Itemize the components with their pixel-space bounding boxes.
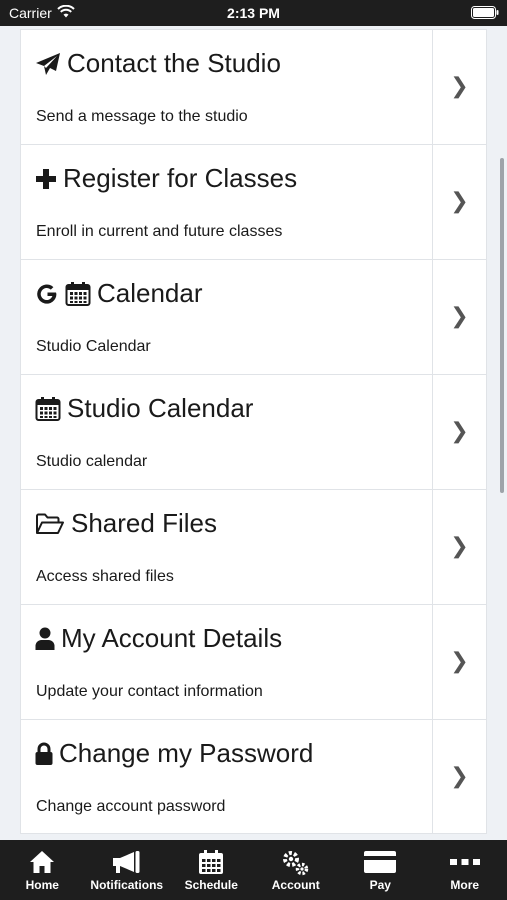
tab-label: Account [271,878,320,892]
lock-icon [35,742,53,766]
menu-item-account-details[interactable]: My Account Details Update your contact i… [20,604,487,719]
tab-label: Home [25,878,59,892]
menu-item-title: Register for Classes [35,163,297,194]
menu-item-subtitle: Enroll in current and future classes [36,223,283,240]
calendar-icon [35,396,61,422]
tab-label: More [450,878,480,892]
chevron-right-icon: ❯ [450,74,469,99]
menu-item-subtitle: Change account password [36,798,226,815]
status-time: 2:13 PM [227,5,280,21]
battery-icon [471,6,499,22]
chevron-right-icon: ❯ [450,304,469,329]
gears-icon [254,850,339,876]
menu-list: Contact the Studio Send a message to the… [20,29,487,834]
plus-icon [35,168,57,190]
credit-card-icon [338,850,423,874]
tab-label: Schedule [184,878,238,892]
status-bar: Carrier 2:13 PM [0,0,507,26]
menu-item-register-classes[interactable]: Register for Classes Enroll in current a… [20,144,487,259]
user-icon [35,627,55,651]
paper-plane-icon [35,52,61,76]
chevron-cell[interactable]: ❯ [432,605,486,719]
tab-pay[interactable]: Pay [338,840,423,900]
menu-item-change-password[interactable]: Change my Password Change account passwo… [20,719,487,834]
chevron-cell[interactable]: ❯ [432,30,486,144]
menu-item-title: My Account Details [35,623,282,654]
chevron-right-icon: ❯ [450,534,469,559]
more-dots-icon [423,850,507,874]
menu-item-title: Studio Calendar [35,393,253,424]
tab-bar: Home Notifications Schedule Account Pay … [0,840,507,900]
google-icon [35,282,59,306]
tab-account[interactable]: Account [254,840,339,900]
menu-item-shared-files[interactable]: Shared Files Access shared files ❯ [20,489,487,604]
folder-open-icon [35,513,65,535]
chevron-cell[interactable]: ❯ [432,490,486,604]
calendar-icon [65,281,91,307]
chevron-cell[interactable]: ❯ [432,375,486,489]
chevron-right-icon: ❯ [450,764,469,789]
tab-notifications[interactable]: Notifications [85,840,170,900]
menu-item-title: Change my Password [35,738,313,769]
chevron-right-icon: ❯ [450,649,469,674]
tab-schedule[interactable]: Schedule [169,840,254,900]
home-icon [0,850,85,874]
menu-item-subtitle: Send a message to the studio [36,108,248,125]
menu-item-contact-studio[interactable]: Contact the Studio Send a message to the… [20,29,487,144]
chevron-cell[interactable]: ❯ [432,260,486,374]
menu-item-subtitle: Update your contact information [36,683,263,700]
megaphone-icon [85,850,170,874]
menu-item-subtitle: Access shared files [36,568,174,585]
chevron-right-icon: ❯ [450,419,469,444]
menu-item-calendar[interactable]: Calendar Studio Calendar ❯ [20,259,487,374]
tab-label: Notifications [90,878,164,892]
tab-label: Pay [369,878,391,892]
chevron-right-icon: ❯ [450,189,469,214]
chevron-cell[interactable]: ❯ [432,145,486,259]
calendar-grid-icon [169,850,254,875]
menu-item-subtitle: Studio calendar [36,453,148,470]
menu-item-studio-calendar[interactable]: Studio Calendar Studio calendar ❯ [20,374,487,489]
menu-item-title: Contact the Studio [35,48,281,79]
tab-more[interactable]: More [423,840,507,900]
menu-item-title: Calendar [35,278,203,309]
menu-item-subtitle: Studio Calendar [36,338,151,355]
chevron-cell[interactable]: ❯ [432,720,486,833]
tab-home[interactable]: Home [0,840,85,900]
scrollbar[interactable] [500,158,504,493]
menu-item-title: Shared Files [35,508,217,539]
